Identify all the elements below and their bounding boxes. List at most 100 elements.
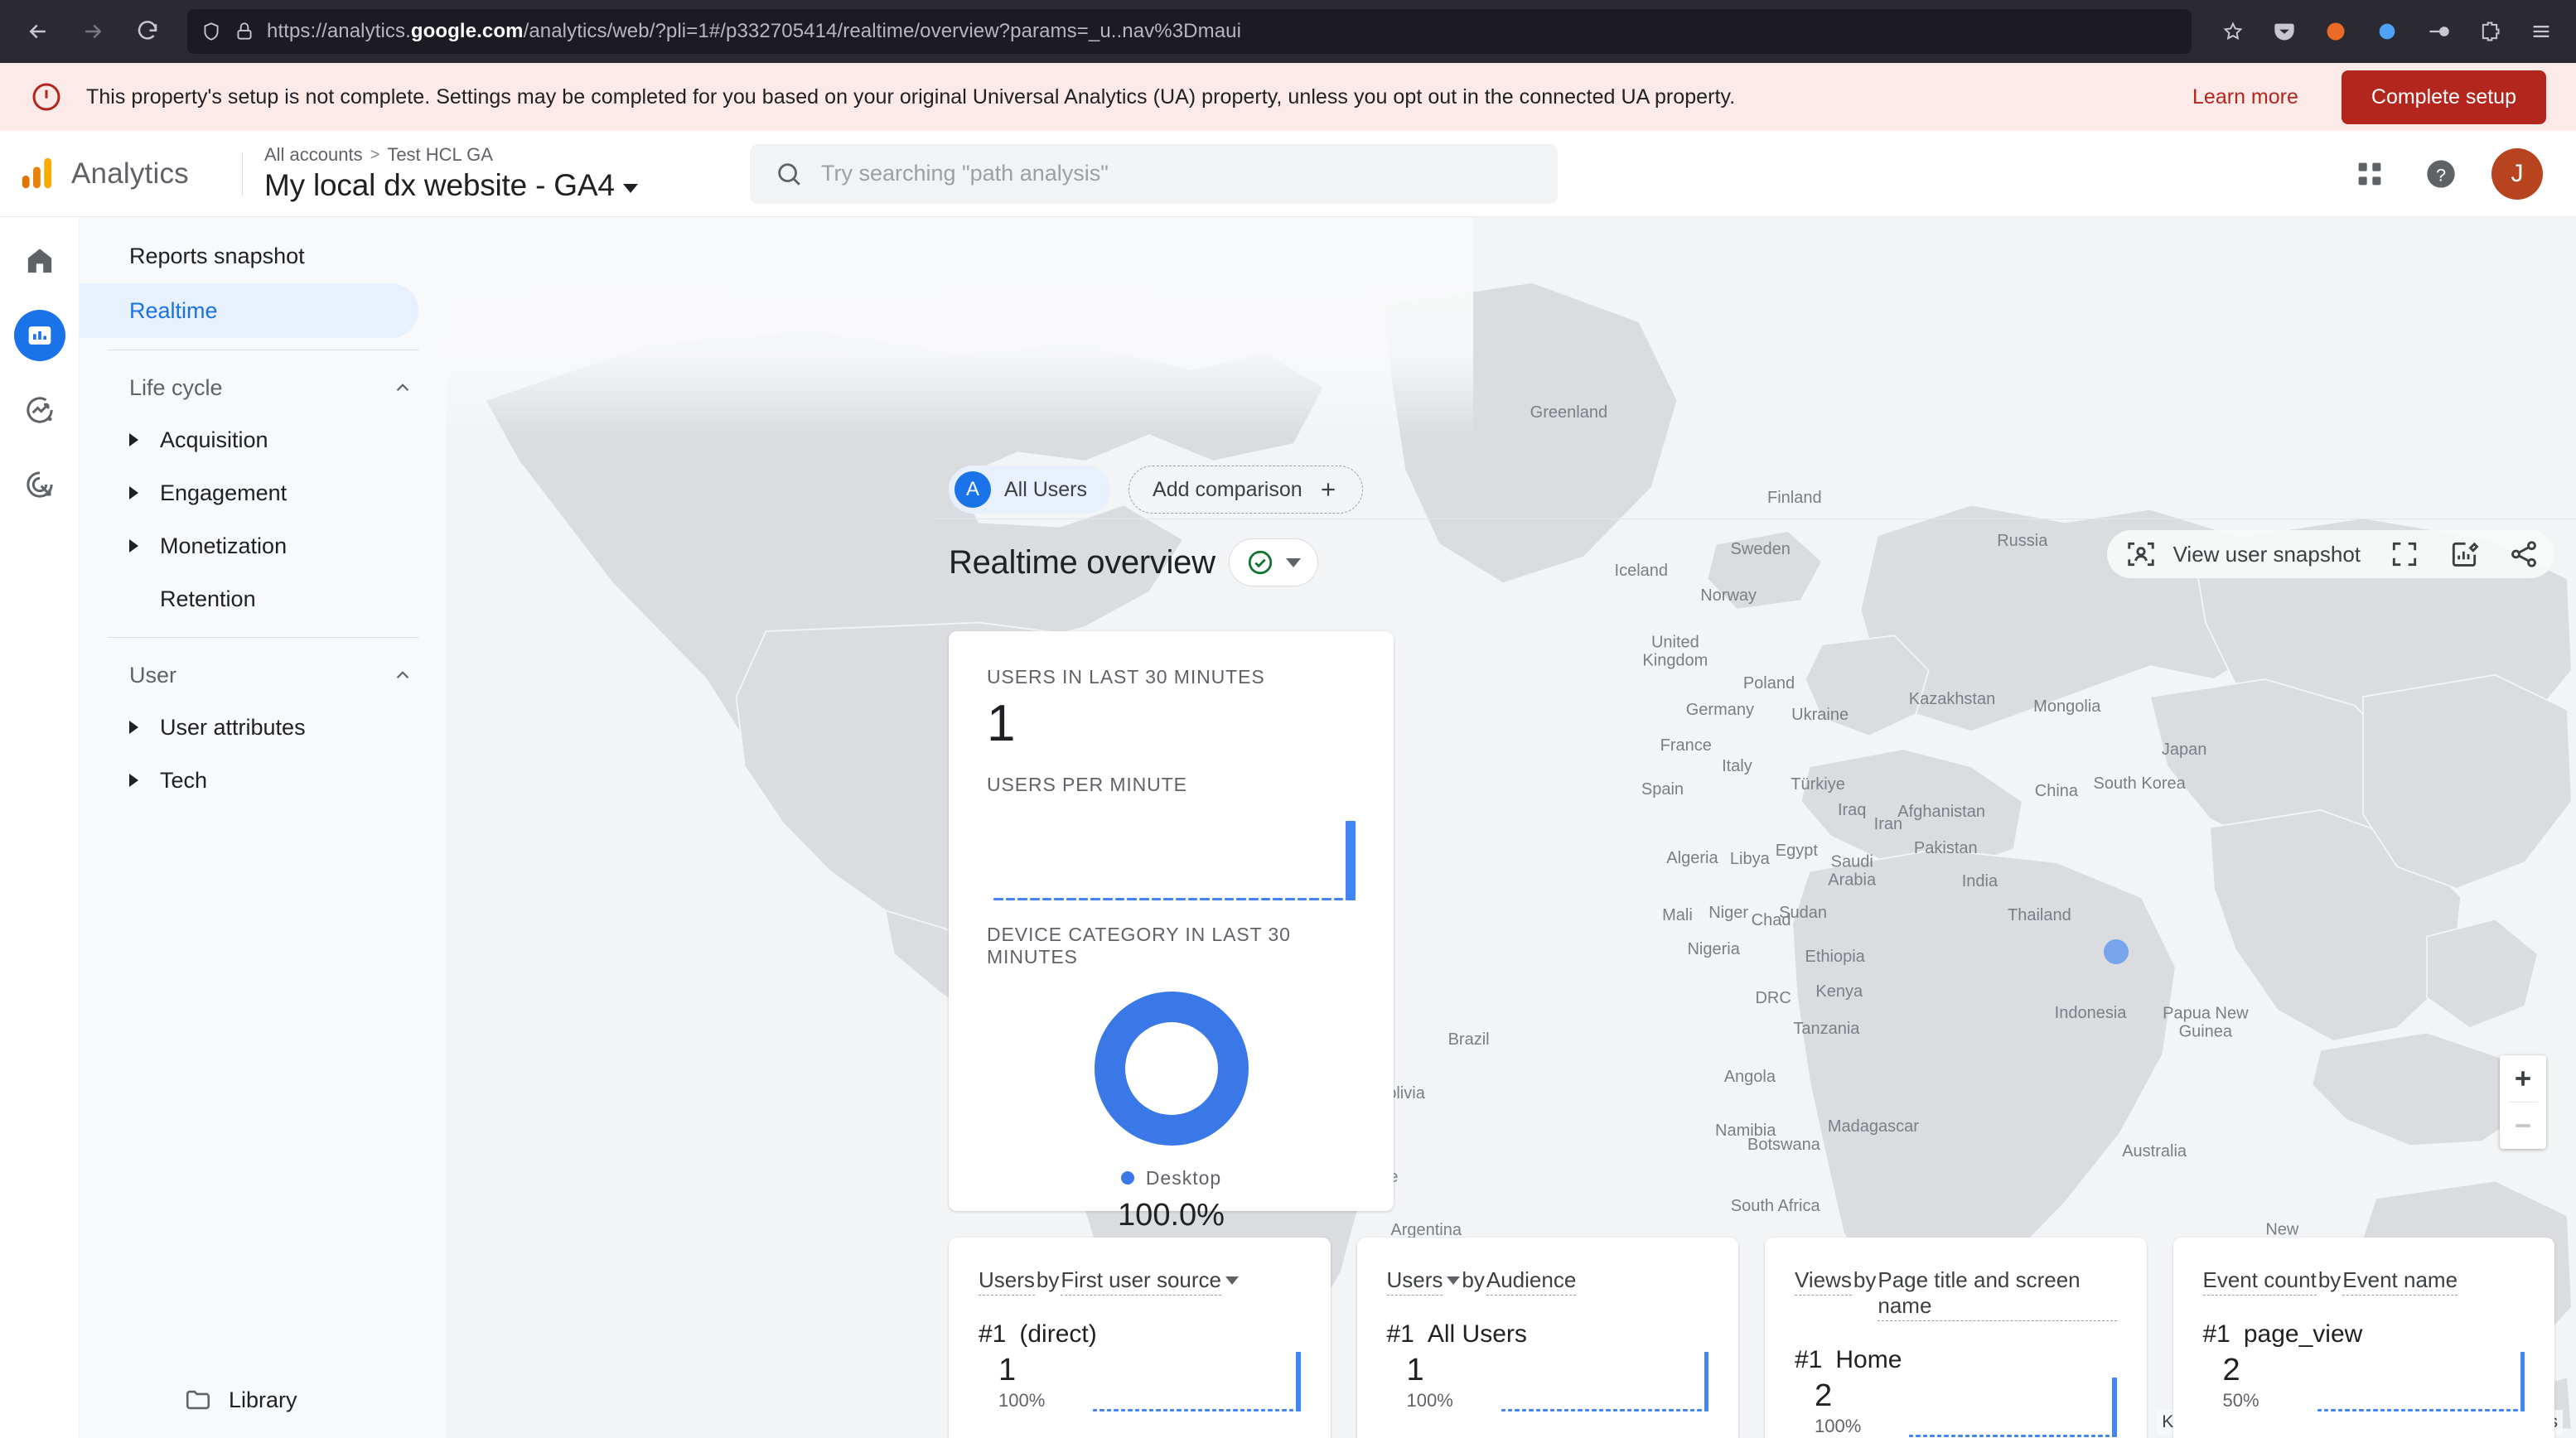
extension-shield-icon[interactable] bbox=[2369, 13, 2405, 50]
sparkline-bar bbox=[1149, 1409, 1153, 1411]
help-circle-icon[interactable]: ? bbox=[2420, 153, 2462, 195]
sidebar-group-user[interactable]: User bbox=[80, 649, 442, 701]
card-title-metric[interactable]: Users bbox=[1387, 1267, 1443, 1296]
rank-number: #1 bbox=[1387, 1320, 1414, 1349]
sparkline-bar bbox=[1296, 1352, 1300, 1411]
card-title-dimension[interactable]: Event name bbox=[2342, 1267, 2458, 1296]
share-icon[interactable] bbox=[2508, 538, 2540, 570]
sidebar-item-monetization[interactable]: Monetization bbox=[80, 519, 442, 572]
sidebar-item-library[interactable]: Library bbox=[80, 1362, 442, 1438]
card-title[interactable]: Views by Page title and screen name bbox=[1795, 1267, 2117, 1321]
card-title[interactable]: Users by First user source bbox=[979, 1267, 1301, 1296]
card-sparkline bbox=[1894, 1378, 2117, 1437]
card-title-metric[interactable]: Event count bbox=[2203, 1267, 2317, 1296]
property-selector[interactable]: All accounts > Test HCL GA My local dx w… bbox=[264, 144, 695, 203]
view-user-snapshot-button[interactable]: View user snapshot bbox=[2125, 538, 2361, 570]
card-percentage: 100% bbox=[998, 1390, 1078, 1411]
sidebar-group-life-cycle[interactable]: Life cycle bbox=[80, 362, 442, 413]
extensions-puzzle-icon[interactable] bbox=[2472, 13, 2508, 50]
sparkline-bar bbox=[1697, 1409, 1701, 1411]
apps-grid-icon[interactable] bbox=[2349, 153, 2390, 195]
breadcrumb[interactable]: All accounts > Test HCL GA bbox=[264, 144, 695, 166]
sparkline-bar bbox=[2021, 1435, 2025, 1437]
sparkline-bar bbox=[1648, 1409, 1652, 1411]
avatar[interactable]: J bbox=[2491, 148, 2543, 200]
card-title-metric[interactable]: Users bbox=[979, 1267, 1035, 1296]
password-key-icon[interactable] bbox=[2420, 13, 2457, 50]
error-circle-icon bbox=[30, 80, 63, 113]
sidebar-item-engagement[interactable]: Engagement bbox=[80, 466, 442, 519]
back-arrow-icon[interactable] bbox=[17, 10, 60, 53]
donut-hole bbox=[1125, 1022, 1218, 1115]
card-title-dimension[interactable]: Page title and screen name bbox=[1878, 1267, 2116, 1321]
fullscreen-icon[interactable] bbox=[2389, 538, 2420, 570]
card-rank-row: #1 (direct) bbox=[979, 1320, 1301, 1349]
map-user-marker bbox=[2104, 939, 2129, 964]
donut-chart[interactable] bbox=[1095, 992, 1249, 1146]
sparkline-bar bbox=[1285, 898, 1295, 900]
header-divider bbox=[242, 152, 243, 195]
zoom-out-button[interactable] bbox=[2500, 1103, 2546, 1149]
users-per-minute-chart[interactable] bbox=[987, 809, 1356, 900]
card-title[interactable]: Users by Audience bbox=[1387, 1267, 1709, 1296]
sparkline-bar bbox=[2000, 1435, 2004, 1437]
sidebar-item-reports-snapshot[interactable]: Reports snapshot bbox=[80, 229, 418, 283]
chevron-down-icon[interactable] bbox=[1447, 1276, 1460, 1285]
sparkline-bar bbox=[1093, 1409, 1097, 1411]
card-title-metric[interactable]: Views bbox=[1795, 1267, 1852, 1296]
sidebar-item-retention[interactable]: Retention bbox=[80, 572, 442, 625]
pocket-icon[interactable] bbox=[2266, 13, 2303, 50]
sparkline-bar bbox=[2464, 1409, 2468, 1411]
global-search[interactable] bbox=[750, 144, 1558, 204]
sparkline-bar bbox=[1951, 1435, 1955, 1437]
analytics-logo-group[interactable]: Analytics bbox=[18, 155, 242, 193]
realtime-status-badge[interactable] bbox=[1229, 538, 1318, 586]
search-input[interactable] bbox=[821, 161, 1533, 186]
sidebar-item-acquisition[interactable]: Acquisition bbox=[80, 413, 442, 466]
breadcrumb-root[interactable]: All accounts bbox=[264, 144, 363, 166]
card-title-dimension[interactable]: First user source bbox=[1061, 1267, 1221, 1296]
sparkline-bar bbox=[1585, 1409, 1589, 1411]
rail-item-advertising[interactable] bbox=[14, 459, 65, 510]
rank-number: #1 bbox=[2203, 1320, 2230, 1349]
chevron-down-icon[interactable] bbox=[1225, 1276, 1239, 1285]
rank-value: (direct) bbox=[1019, 1320, 1096, 1349]
sparkline-bar bbox=[1958, 1435, 1962, 1437]
sparkline-bar bbox=[1100, 1409, 1104, 1411]
page-title-property[interactable]: My local dx website - GA4 bbox=[264, 168, 695, 203]
comparison-chip-all-users[interactable]: A All Users bbox=[949, 466, 1110, 514]
rail-item-reports[interactable] bbox=[14, 310, 65, 361]
breadcrumb-account[interactable]: Test HCL GA bbox=[387, 144, 493, 166]
reload-icon[interactable] bbox=[126, 10, 169, 53]
add-comparison-button[interactable]: Add comparison bbox=[1129, 466, 1363, 514]
card-sparkline bbox=[1078, 1352, 1301, 1411]
sidebar-item-tech[interactable]: Tech bbox=[80, 754, 442, 807]
account-icon[interactable] bbox=[2317, 13, 2354, 50]
address-bar[interactable]: https://analytics.google.com/analytics/w… bbox=[187, 9, 2192, 54]
sparkline-bar bbox=[1275, 1409, 1279, 1411]
sidebar-item-realtime[interactable]: Realtime bbox=[80, 283, 418, 338]
sidebar-item-label: Engagement bbox=[160, 480, 287, 506]
card-title-dimension[interactable]: Audience bbox=[1486, 1267, 1576, 1296]
sparkline-bar bbox=[1273, 898, 1283, 900]
sparkline-bar bbox=[1550, 1409, 1554, 1411]
forward-arrow-icon[interactable] bbox=[71, 10, 114, 53]
sidebar-item-user-attributes[interactable]: User attributes bbox=[80, 701, 442, 754]
edit-chart-icon[interactable] bbox=[2448, 538, 2480, 570]
learn-more-link[interactable]: Learn more bbox=[2172, 85, 2318, 109]
sparkline-bar bbox=[1515, 1409, 1519, 1411]
card-title[interactable]: Event count by Event name bbox=[2203, 1267, 2525, 1296]
sidebar-item-label: Library bbox=[229, 1387, 297, 1413]
rail-item-explore[interactable] bbox=[14, 384, 65, 436]
user-snapshot-icon bbox=[2125, 538, 2157, 570]
hamburger-menu-icon[interactable] bbox=[2523, 13, 2559, 50]
card-summary: 1 100% bbox=[979, 1352, 1301, 1411]
zoom-in-button[interactable] bbox=[2500, 1055, 2546, 1102]
complete-setup-button[interactable]: Complete setup bbox=[2342, 70, 2546, 124]
sparkline-bar bbox=[1200, 898, 1210, 900]
star-icon[interactable] bbox=[2215, 13, 2251, 50]
analytics-wordmark: Analytics bbox=[71, 157, 189, 191]
rail-item-home[interactable] bbox=[14, 235, 65, 287]
sparkline-bar bbox=[2112, 1378, 2116, 1437]
sparkline-bar bbox=[1334, 898, 1344, 900]
